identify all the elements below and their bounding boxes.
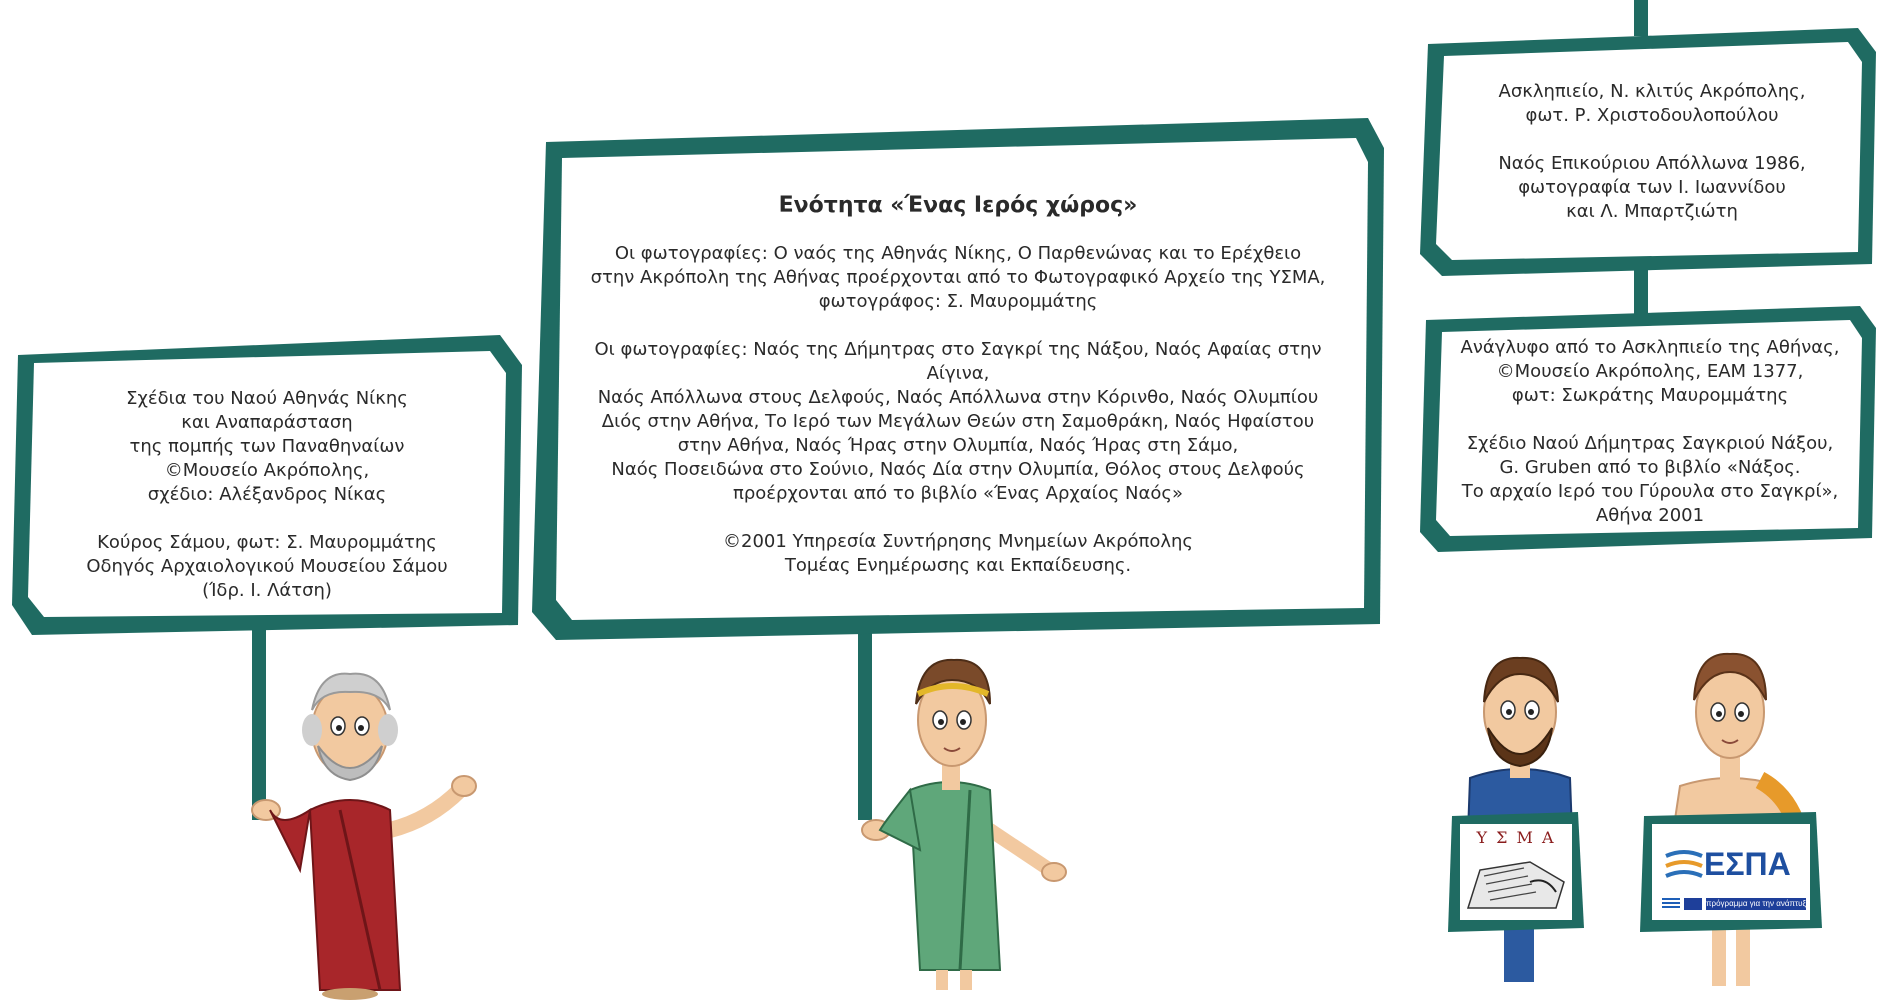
eu-flag-icon: [1684, 898, 1702, 910]
greek-flag-icon: [1662, 898, 1680, 910]
text-line: Σχέδιο Ναού Δήμητρας Σαγκριού Νάξου,: [1466, 433, 1834, 454]
text-line: της πομπής των Παναθηναίων: [129, 436, 405, 457]
young-man-green-figure: [861, 658, 1067, 990]
text-line: φωτ: Σωκράτης Μαυρομμάτης: [1511, 385, 1789, 406]
text-line: Το αρχαίο Ιερό του Γύρουλα στο Σαγκρί»,: [1461, 481, 1839, 502]
bottom-right-sign-text: Ανάγλυφο από το Ασκληπιείο της Αθήνας, ©…: [1444, 336, 1856, 528]
ysma-logo-text: Υ Σ Μ Α: [1476, 828, 1556, 847]
top-right-sign-text: Ασκληπιείο, Ν. κλιτύς Ακρόπολης, φωτ. Ρ.…: [1454, 80, 1850, 224]
text-line: (Ίδρ. Ι. Λάτση): [202, 580, 332, 601]
text-line: Ανάγλυφο από το Ασκληπιείο της Αθήνας,: [1460, 337, 1840, 358]
text-line: και Λ. Μπαρτζιώτη: [1566, 201, 1738, 222]
text-line: Σχέδια του Ναού Αθηνάς Νίκης: [126, 388, 408, 409]
center-sign: Ενότητα «Ένας Ιερός χώρος» Οι φωτογραφίε…: [532, 118, 1384, 640]
bottom-right-sign: Ανάγλυφο από το Ασκληπιείο της Αθήνας, ©…: [1420, 306, 1876, 552]
text-line: Ασκληπιείο, Ν. κλιτύς Ακρόπολης,: [1498, 81, 1806, 102]
espa-tagline: πρόγραμμα για την ανάπτυξη: [1706, 898, 1806, 910]
center-sign-text: Ενότητα «Ένας Ιερός χώρος» Οι φωτογραφίε…: [572, 194, 1344, 578]
espa-waves-icon: [1665, 850, 1703, 878]
espa-logo-board: ΕΣΠΑ πρόγραμμα για την ανάπτυξη: [1640, 812, 1822, 932]
text-line: Οι φωτογραφίες: Ο ναός της Αθηνάς Νίκης,…: [614, 243, 1302, 264]
left-sign: Σχέδια του Ναού Αθηνάς Νίκης και Αναπαρά…: [12, 335, 522, 635]
text-line: Ναός Ποσειδώνα στο Σούνιο, Ναός Δία στην…: [611, 459, 1305, 480]
text-line: Διός στην Αθήνα, Το Ιερό των Μεγάλων Θεώ…: [601, 411, 1315, 432]
text-line: Αθήνα 2001: [1595, 505, 1705, 526]
text-line: G. Gruben από το βιβλίο «Νάξος.: [1499, 457, 1801, 478]
text-line: σχέδιο: Αλέξανδρος Νίκας: [147, 484, 387, 505]
text-line: Ναός Απόλλωνα στους Δελφούς, Ναός Απόλλω…: [597, 387, 1319, 408]
old-man-figure: [251, 672, 477, 1000]
text-line: φωτογράφος: Σ. Μαυρομμάτης: [818, 291, 1098, 312]
text-line: Τομέας Ενημέρωσης και Εκπαίδευσης.: [784, 555, 1132, 576]
text-line: ©Μουσείο Ακρόπολης, ΕΑΜ 1377,: [1496, 361, 1804, 382]
text-line: στην Ακρόπολη της Αθήνας προέρχονται από…: [590, 267, 1326, 288]
text-line: ©2001 Υπηρεσία Συντήρησης Μνημείων Ακρόπ…: [723, 531, 1193, 552]
espa-logo-text: ΕΣΠΑ: [1704, 846, 1791, 882]
text-line: Οδηγός Αρχαιολογικού Μουσείου Σάμου: [86, 556, 448, 577]
text-line: ©Μουσείο Ακρόπολης,: [164, 460, 370, 481]
text-line: προέρχονται από το βιβλίο «Ένας Αρχαίος …: [733, 483, 1183, 504]
text-line: φωτογραφία των Ι. Ιωαννίδου: [1518, 177, 1786, 198]
text-line: και Αναπαράσταση: [181, 412, 353, 433]
ysma-relief-icon: [1466, 861, 1565, 909]
left-sign-text: Σχέδια του Ναού Αθηνάς Νίκης και Αναπαρά…: [52, 387, 482, 603]
text-line: Οι φωτογραφίες: Ναός της Δήμητρας στο Σα…: [594, 339, 1322, 384]
text-line: στην Αθήνα, Ναός Ήρας στην Ολυμπία, Ναός…: [677, 435, 1239, 456]
center-sign-title: Ενότητα «Ένας Ιερός χώρος»: [778, 193, 1138, 218]
ysma-logo-board: Υ Σ Μ Α: [1448, 812, 1584, 932]
text-line: Ναός Επικούριου Απόλλωνα 1986,: [1498, 153, 1806, 174]
top-right-sign: Ασκληπιείο, Ν. κλιτύς Ακρόπολης, φωτ. Ρ.…: [1420, 28, 1876, 276]
text-line: φωτ. Ρ. Χριστοδουλοπούλου: [1525, 105, 1779, 126]
text-line: Κούρος Σάμου, φωτ: Σ. Μαυρομμάτης: [97, 532, 437, 553]
